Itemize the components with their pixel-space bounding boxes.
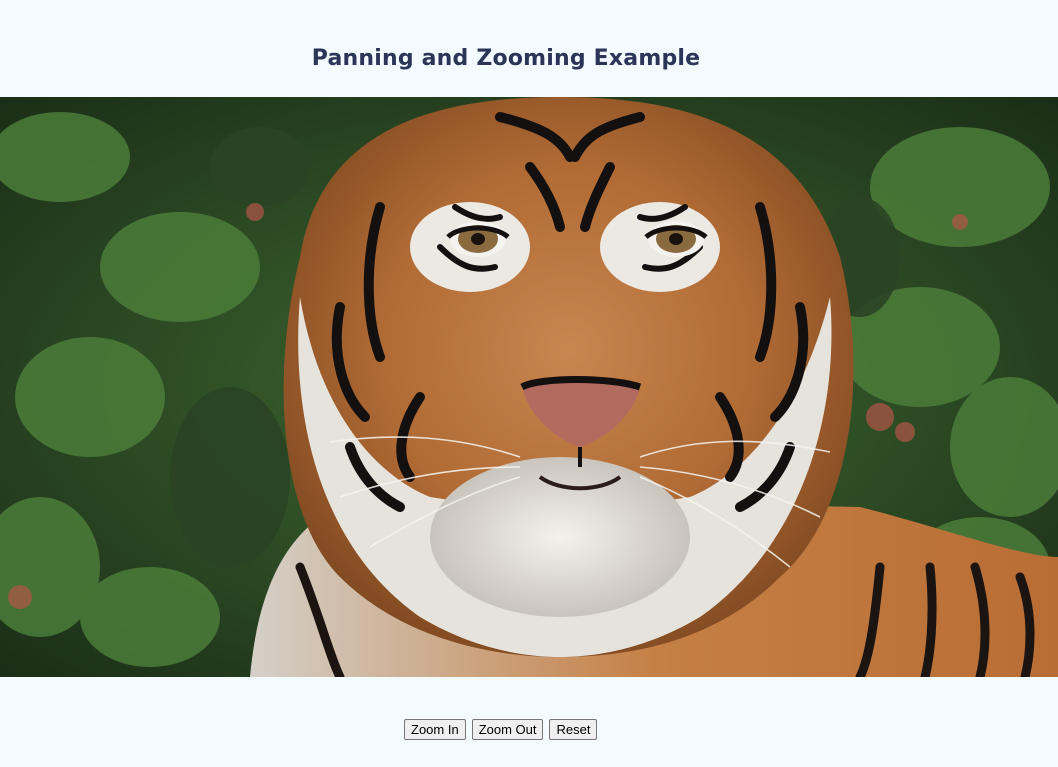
zoom-out-button[interactable]: Zoom Out [471, 719, 544, 740]
image-viewport[interactable] [0, 97, 1058, 677]
reset-button[interactable]: Reset [549, 719, 598, 740]
page-title: Panning and Zooming Example [311, 46, 701, 71]
zoom-controls: Zoom In Zoom Out Reset [404, 719, 598, 740]
zoom-in-button[interactable]: Zoom In [404, 719, 466, 740]
tiger-image[interactable] [0, 97, 1058, 677]
